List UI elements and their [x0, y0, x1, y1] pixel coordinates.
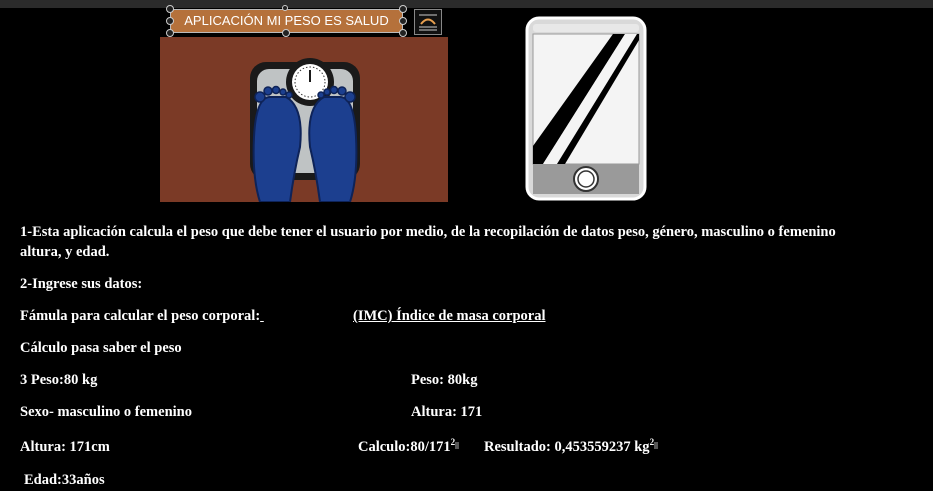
resize-handle-top-center[interactable]: [282, 5, 288, 11]
formula-label: Fámula para calcular el peso corporal:: [20, 308, 261, 324]
resultado: Resultado: 0,453559237 kg2: [484, 437, 659, 456]
exponent-marker: [654, 442, 659, 449]
edad: Edad:33años: [24, 472, 105, 488]
layout-options-icon[interactable]: [414, 9, 442, 35]
top-bar: [0, 0, 933, 8]
left-sexo: Sexo- masculino o femenino: [20, 404, 192, 420]
calculo: Calculo:80/1712: [358, 437, 460, 456]
bathroom-scale-illustration: [250, 58, 360, 202]
smartphone-icon: [525, 16, 647, 201]
resize-handle-middle-right[interactable]: [399, 17, 407, 25]
formula-value: (IMC) Índice de masa corporal: [353, 308, 546, 324]
resize-handle-bottom-left[interactable]: [166, 29, 174, 37]
calc-heading: Cálculo pasa saber el peso: [20, 340, 182, 356]
resize-handle-bottom-right[interactable]: [399, 29, 407, 37]
smartphone-image: [525, 16, 647, 201]
calculo-exponent: 2: [450, 437, 456, 447]
paragraph-2: 2-Ingrese sus datos:: [20, 276, 143, 292]
resize-handle-top-left[interactable]: [166, 5, 174, 13]
paragraph-1-cont: altura, y edad.: [20, 244, 110, 260]
left-peso: 3 Peso:80 kg: [20, 372, 98, 388]
exponent-marker: [455, 442, 460, 449]
resize-handle-top-right[interactable]: [399, 5, 407, 13]
right-peso: Peso: 80kg: [411, 372, 478, 388]
resize-handle-bottom-center[interactable]: [282, 29, 290, 37]
resize-handle-middle-left[interactable]: [166, 17, 174, 25]
paragraph-1: 1-Esta aplicación calcula el peso que de…: [20, 224, 836, 240]
right-altura: Altura: 171: [411, 404, 483, 420]
left-altura: Altura: 171cm: [20, 439, 110, 455]
bathroom-scale-image: [160, 37, 448, 202]
resultado-exponent: 2: [649, 437, 655, 447]
